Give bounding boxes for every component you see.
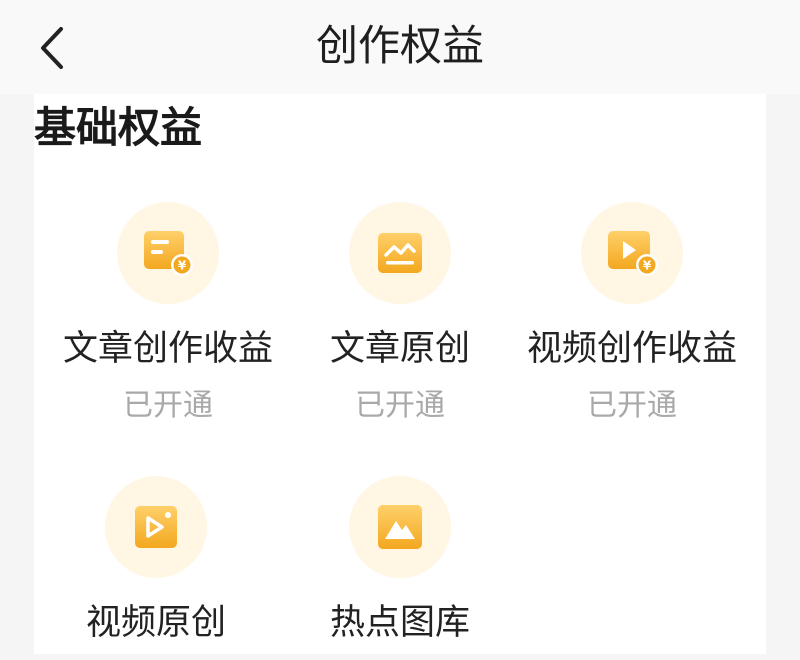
benefit-status: 已开通 (355, 388, 445, 423)
benefit-article-income[interactable]: ¥ 文章创作收益 已开通 (48, 202, 288, 426)
benefit-label: 视频创作收益 (526, 329, 737, 369)
video-original-icon (135, 506, 177, 548)
benefit-status: 已开通 (123, 388, 213, 423)
benefit-status: 已开通 (587, 388, 677, 423)
benefit-label: 文章原创 (329, 329, 470, 369)
icon-background (349, 202, 451, 304)
benefit-label: 文章创作收益 (62, 329, 273, 369)
benefit-article-original[interactable]: 文章原创 已开通 (280, 202, 520, 426)
icon-background (105, 476, 207, 578)
benefit-label: 视频原创 (85, 603, 226, 643)
benefit-hot-gallery[interactable]: 热点图库 (280, 476, 520, 660)
benefit-video-income[interactable]: ¥ 视频创作收益 已开通 (512, 202, 752, 426)
section-title: 基础权益 (34, 103, 203, 152)
icon-background: ¥ (581, 202, 683, 304)
video-income-icon: ¥ (608, 231, 658, 276)
benefit-label: 热点图库 (329, 603, 470, 643)
hot-gallery-icon (378, 505, 422, 549)
article-income-icon: ¥ (144, 231, 193, 276)
icon-background: ¥ (117, 202, 219, 304)
page-title: 创作权益 (315, 21, 484, 70)
svg-text:¥: ¥ (643, 259, 652, 273)
top-bar: 创作权益 (0, 0, 800, 94)
icon-background (349, 476, 451, 578)
article-original-icon (378, 233, 422, 273)
benefit-video-original[interactable]: 视频原创 (36, 476, 276, 660)
svg-text:¥: ¥ (178, 259, 187, 273)
